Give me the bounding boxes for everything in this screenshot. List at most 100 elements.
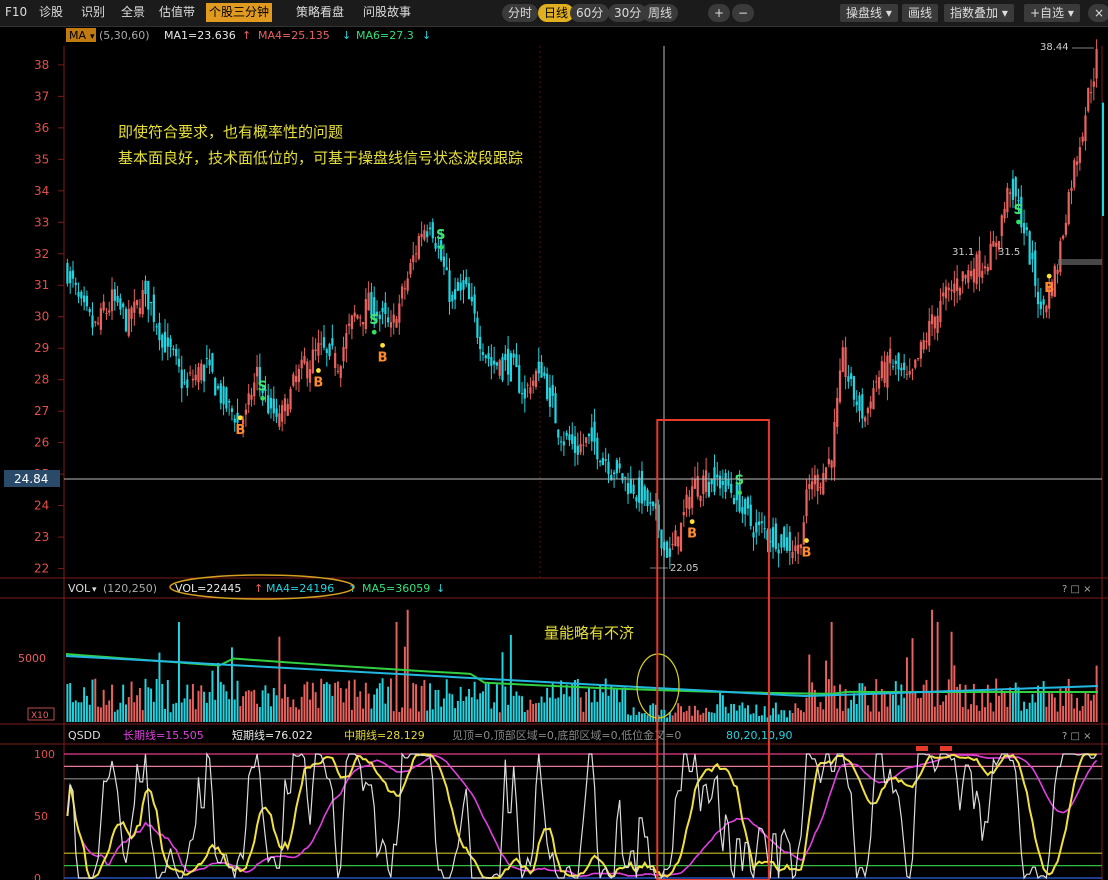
period-tab-4[interactable]: 周线 xyxy=(642,4,679,22)
right-tool-0[interactable]: 操盘线 ▾ xyxy=(840,4,898,22)
y-tick-label: 34 xyxy=(34,184,49,198)
volume-bar xyxy=(713,713,716,722)
toolbar-item-7[interactable]: 问股故事 xyxy=(360,3,414,22)
candle-body xyxy=(77,292,80,297)
candles xyxy=(66,39,1098,569)
candle-body xyxy=(69,271,72,284)
candle-body xyxy=(1067,191,1070,225)
volume-bar xyxy=(1090,700,1093,722)
volume-bar xyxy=(883,690,886,722)
volume-bar xyxy=(105,704,108,722)
candle-body xyxy=(423,230,426,240)
toolbar-item-3[interactable]: 全景 xyxy=(118,3,148,22)
volume-bar xyxy=(919,697,922,722)
volume-bar xyxy=(111,684,113,722)
candle-body xyxy=(292,374,295,386)
candle-body xyxy=(515,354,518,368)
volume-bar xyxy=(791,713,794,722)
volume-bar xyxy=(780,710,783,722)
volume-bar xyxy=(772,708,775,722)
candle-body xyxy=(518,365,521,393)
period-tab-1[interactable]: 日线 xyxy=(538,4,575,22)
volume-bar xyxy=(889,691,892,722)
volume-bar xyxy=(283,684,286,722)
toolbar-item-6[interactable]: 策略看盘 xyxy=(293,3,347,22)
qsdd-short-line: 短期线=76.022 xyxy=(232,728,313,742)
volume-bar xyxy=(456,700,459,722)
qsdd-panel-controls[interactable]: ? □ × xyxy=(1062,731,1092,742)
toolbar-item-2[interactable]: 识别 xyxy=(78,3,108,22)
volume-bar xyxy=(610,686,613,722)
right-tool-2[interactable]: 指数叠加 ▾ xyxy=(944,4,1014,22)
qsdd-indicator-name[interactable]: QSDD xyxy=(68,729,101,742)
candle-body xyxy=(194,374,197,381)
volume-bar xyxy=(289,707,292,722)
candle-body xyxy=(1031,252,1034,260)
candle-body xyxy=(810,481,814,490)
close-icon[interactable]: × xyxy=(1088,4,1108,22)
volume-bar xyxy=(794,703,797,722)
candle-body xyxy=(228,401,231,403)
volume-bar xyxy=(1056,711,1059,722)
toolbar-item-5[interactable]: 个股三分钟 xyxy=(206,3,273,22)
volume-bar xyxy=(247,690,250,722)
candle-body xyxy=(317,342,320,356)
volume-bar xyxy=(970,704,973,722)
volume-bar xyxy=(1000,688,1003,722)
candle-body xyxy=(922,340,925,350)
volume-bar xyxy=(161,683,164,722)
candle-body xyxy=(585,437,588,443)
vol-panel-controls[interactable]: ? □ × xyxy=(1062,584,1092,595)
candle-body xyxy=(152,294,155,322)
candle-body xyxy=(175,349,178,357)
chevron-down-icon: ▾ xyxy=(92,585,97,595)
candle-body xyxy=(367,292,370,311)
candle-body xyxy=(85,295,89,307)
candle-body xyxy=(311,349,314,374)
toolbar-item-0[interactable]: F10 xyxy=(2,3,30,22)
candle-body xyxy=(177,358,181,367)
volume-bar xyxy=(83,687,86,722)
volume-bar xyxy=(945,695,947,722)
period-tab-0[interactable]: 分时 xyxy=(502,4,539,22)
zoom-out-button[interactable]: − xyxy=(732,4,755,22)
candle-body xyxy=(557,429,560,438)
buy-signal: B xyxy=(687,527,697,542)
toolbar-item-4[interactable]: 估值带 xyxy=(156,3,198,22)
candle-body xyxy=(102,301,105,311)
candle-body xyxy=(99,308,102,330)
volume-bar xyxy=(345,688,348,722)
toolbar-item-1[interactable]: 诊股 xyxy=(36,3,66,22)
volume-bar xyxy=(164,708,166,722)
candle-body xyxy=(400,286,404,299)
candle-body xyxy=(116,295,119,303)
volume-bar xyxy=(738,705,741,722)
candle-body xyxy=(453,289,457,300)
vol-indicator-name[interactable]: VOL xyxy=(68,582,91,595)
volume-bar xyxy=(744,708,747,722)
volume-bar xyxy=(652,703,655,722)
candle-body xyxy=(1036,291,1040,305)
candle-body xyxy=(1084,115,1087,142)
volume-bar xyxy=(649,705,652,722)
y-tick-label: 23 xyxy=(34,530,49,544)
period-tab-2[interactable]: 60分 xyxy=(570,4,610,22)
candle-body xyxy=(626,483,630,495)
candle-body xyxy=(582,444,585,446)
candle-body xyxy=(1006,187,1009,213)
volume-bar xyxy=(473,681,476,722)
candle-body xyxy=(741,507,744,514)
volume-bar xyxy=(721,695,724,722)
candle-body xyxy=(744,499,747,515)
candle-body xyxy=(565,432,568,436)
candle-body xyxy=(144,280,147,295)
low-price-label: 22.05 xyxy=(670,563,699,574)
right-tool-1[interactable]: 画线 xyxy=(902,4,939,22)
candle-body xyxy=(808,484,811,489)
zoom-in-button[interactable]: + xyxy=(708,4,731,22)
volume-bar xyxy=(802,712,805,722)
volume-bar xyxy=(624,687,627,722)
right-tool-3[interactable]: +自选 ▾ xyxy=(1024,4,1080,22)
candle-body xyxy=(320,343,323,345)
volume-bar xyxy=(660,709,663,722)
